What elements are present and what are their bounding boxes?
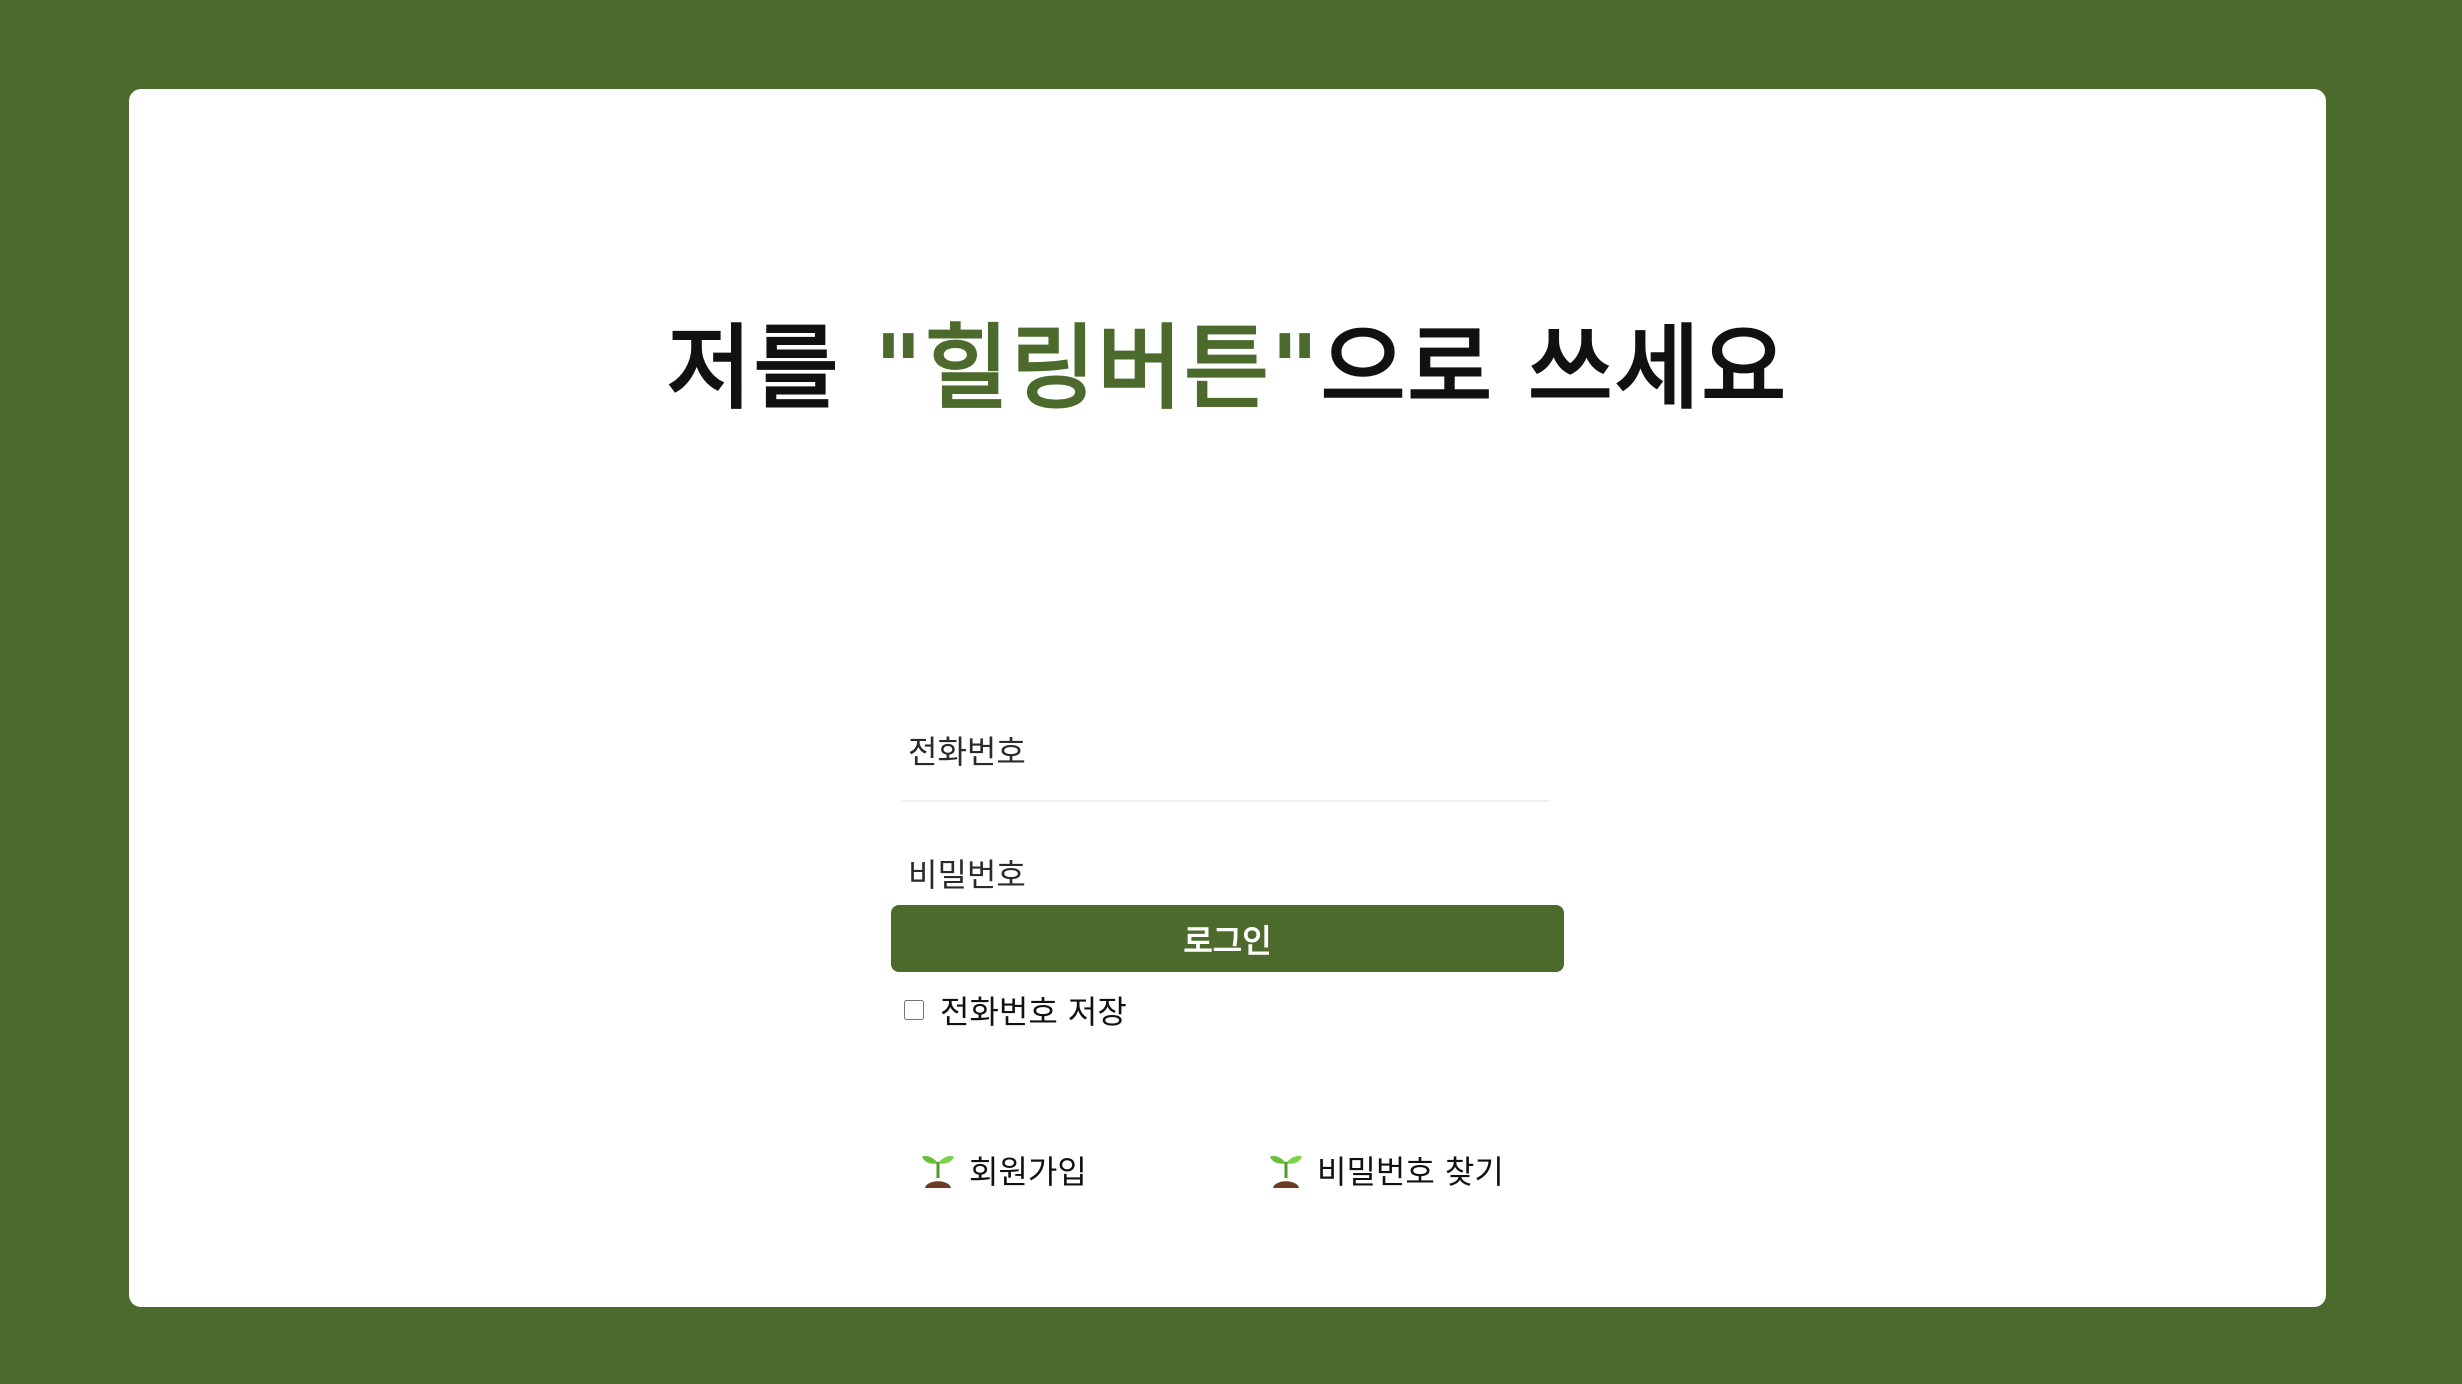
find-password-link[interactable]: 비밀번호 찾기	[1269, 1147, 1504, 1193]
signup-link[interactable]: 회원가입	[921, 1147, 1087, 1193]
save-phone-label[interactable]: 전화번호 저장	[940, 987, 1127, 1033]
save-phone-checkbox[interactable]	[904, 1000, 924, 1020]
login-button[interactable]: 로그인	[891, 905, 1564, 972]
phone-input[interactable]	[902, 704, 1549, 802]
login-card: 저를 "힐링버튼"으로 쓰세요 로그인 전화번호 저장 회원가입 비밀번호 찾기	[129, 89, 2326, 1307]
title-highlight: "힐링버튼"	[874, 315, 1321, 422]
sprout-icon	[1270, 1155, 1302, 1188]
title-suffix: 으로 쓰세요	[1320, 315, 1788, 422]
save-phone-row: 전화번호 저장	[904, 987, 1127, 1033]
signup-label: 회원가입	[969, 1153, 1087, 1191]
page-title: 저를 "힐링버튼"으로 쓰세요	[129, 294, 2326, 427]
sprout-icon	[922, 1155, 954, 1188]
find-password-label: 비밀번호 찾기	[1317, 1153, 1504, 1191]
title-prefix: 저를	[667, 315, 875, 422]
